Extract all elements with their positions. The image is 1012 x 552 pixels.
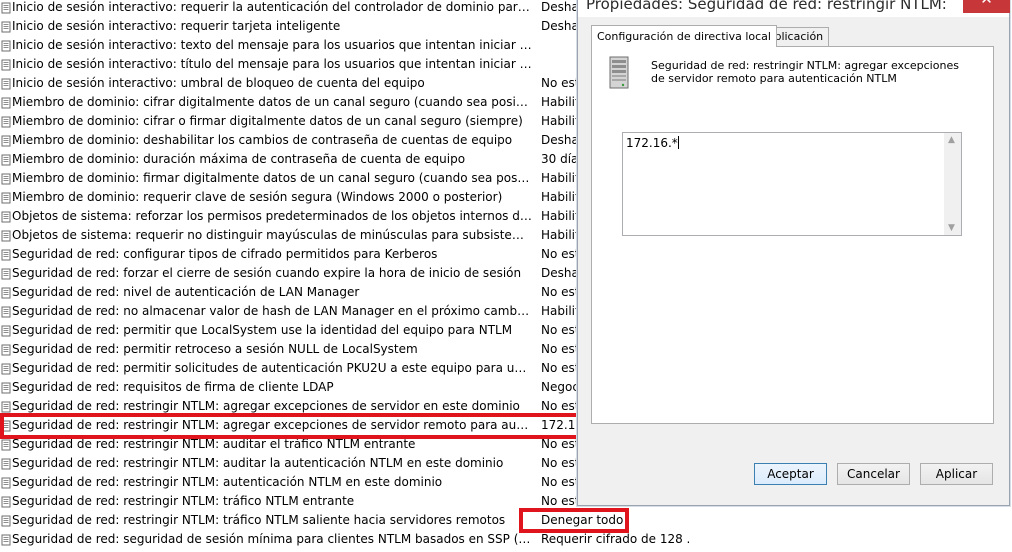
policy-name: Seguridad de red: forzar el cierre de se…: [12, 266, 522, 280]
tab-panel: Seguridad de red: restringir NTLM: agreg…: [591, 46, 994, 424]
policy-icon: [1, 248, 12, 261]
policy-name: Inicio de sesión interactivo: requerir l…: [12, 0, 532, 14]
policy-name: Seguridad de red: restringir NTLM: agreg…: [12, 399, 520, 413]
policy-icon: [1, 191, 12, 204]
apply-button[interactable]: Aplicar: [920, 463, 993, 485]
policy-icon: [1, 115, 12, 128]
policy-name: Seguridad de red: restringir NTLM: auten…: [12, 475, 443, 489]
policy-name: Seguridad de red: configurar tipos de ci…: [12, 247, 438, 261]
policy-name: Seguridad de red: permitir solicitudes d…: [12, 361, 532, 375]
policy-icon: [1, 305, 12, 318]
policy-name: Seguridad de red: no almacenar valor de …: [12, 304, 532, 318]
policy-icon: [1, 77, 12, 90]
policy-name: Inicio de sesión interactivo: requerir t…: [12, 19, 341, 33]
policy-description: Seguridad de red: restringir NTLM: agreg…: [651, 59, 959, 85]
policy-icon: [1, 210, 12, 223]
policy-name: Miembro de dominio: firmar digitalmente …: [12, 171, 532, 185]
policy-name: Seguridad de red: restringir NTLM: tráfi…: [12, 513, 506, 527]
policy-row[interactable]: Seguridad de red: restringir NTLM: tráfi…: [0, 511, 760, 530]
policy-icon: [1, 457, 12, 470]
exceptions-textarea[interactable]: 172.16.* ▲ ▼: [622, 132, 962, 236]
policy-icon: [1, 362, 12, 375]
policy-icon: [1, 343, 12, 356]
policy-setting: Denegar todo: [541, 513, 624, 527]
close-icon: ✕: [980, 0, 993, 8]
policy-icon: [1, 381, 12, 394]
policy-icon: [1, 495, 12, 508]
policy-icon: [1, 58, 12, 71]
properties-dialog: Propiedades: Seguridad de red: restringi…: [577, 0, 1010, 506]
policy-icon: [1, 96, 12, 109]
policy-icon: [1, 153, 12, 166]
policy-row[interactable]: Seguridad de red: seguridad de sesión mí…: [0, 530, 760, 549]
policy-icon: [1, 267, 12, 280]
policy-name: Seguridad de red: nivel de autenticación…: [12, 285, 360, 299]
cancel-button[interactable]: Cancelar: [837, 463, 910, 485]
policy-icon: [1, 324, 12, 337]
policy-icon: [1, 20, 12, 33]
server-icon: [609, 56, 629, 89]
policy-name: Seguridad de red: restringir NTLM: tráfi…: [12, 494, 355, 508]
policy-name: Inicio de sesión interactivo: umbral de …: [12, 76, 425, 90]
policy-name: Seguridad de red: seguridad de sesión mí…: [12, 532, 532, 546]
policy-name: Seguridad de red: permitir que LocalSyst…: [12, 323, 513, 337]
policy-icon: [1, 172, 12, 185]
policy-icon: [1, 286, 12, 299]
policy-name: Seguridad de red: restringir NTLM: audit…: [12, 437, 416, 451]
policy-name: Seguridad de red: requisitos de firma de…: [12, 380, 334, 394]
ok-button[interactable]: Aceptar: [754, 463, 827, 485]
policy-name: Inicio de sesión interactivo: título del…: [12, 57, 532, 71]
policy-icon: [1, 134, 12, 147]
policy-icon: [1, 1, 12, 14]
exceptions-value: 172.16.*: [626, 136, 678, 150]
policy-icon: [1, 39, 12, 52]
policy-name: Miembro de dominio: cifrar digitalmente …: [12, 95, 532, 109]
policy-icon: [1, 229, 12, 242]
policy-icon: [1, 400, 12, 413]
policy-icon: [1, 514, 12, 527]
policy-name: Miembro de dominio: duración máxima de c…: [12, 152, 466, 166]
policy-name: Objetos de sistema: reforzar los permiso…: [12, 209, 532, 223]
policy-icon: [1, 533, 12, 546]
policy-name: Seguridad de red: restringir NTLM: audit…: [12, 456, 504, 470]
policy-icon: [1, 419, 12, 432]
close-button[interactable]: ✕: [963, 0, 1010, 13]
scroll-down-icon[interactable]: ▼: [948, 223, 955, 233]
dialog-titlebar[interactable]: Propiedades: Seguridad de red: restringi…: [578, 0, 1010, 17]
policy-name: Miembro de dominio: cifrar o firmar digi…: [12, 114, 523, 128]
policy-name: Miembro de dominio: deshabilitar los cam…: [12, 133, 513, 147]
textarea-scrollbar[interactable]: ▲ ▼: [944, 133, 961, 235]
dialog-title: Propiedades: Seguridad de red: restringi…: [586, 0, 946, 13]
scroll-up-icon[interactable]: ▲: [948, 135, 955, 145]
policy-name: Seguridad de red: permitir retroceso a s…: [12, 342, 418, 356]
text-caret: [677, 136, 679, 149]
policy-name: Objetos de sistema: requerir no distingu…: [12, 228, 532, 242]
policy-setting: Requerir cifrado de 128 ...: [541, 532, 691, 546]
policy-name: Inicio de sesión interactivo: texto del …: [12, 38, 532, 52]
policy-name: Miembro de dominio: requerir clave de se…: [12, 190, 503, 204]
policy-icon: [1, 476, 12, 489]
policy-name: Seguridad de red: restringir NTLM: agreg…: [12, 418, 532, 432]
policy-icon: [1, 438, 12, 451]
tab-local-policy-setting[interactable]: Configuración de directiva local: [591, 25, 777, 47]
